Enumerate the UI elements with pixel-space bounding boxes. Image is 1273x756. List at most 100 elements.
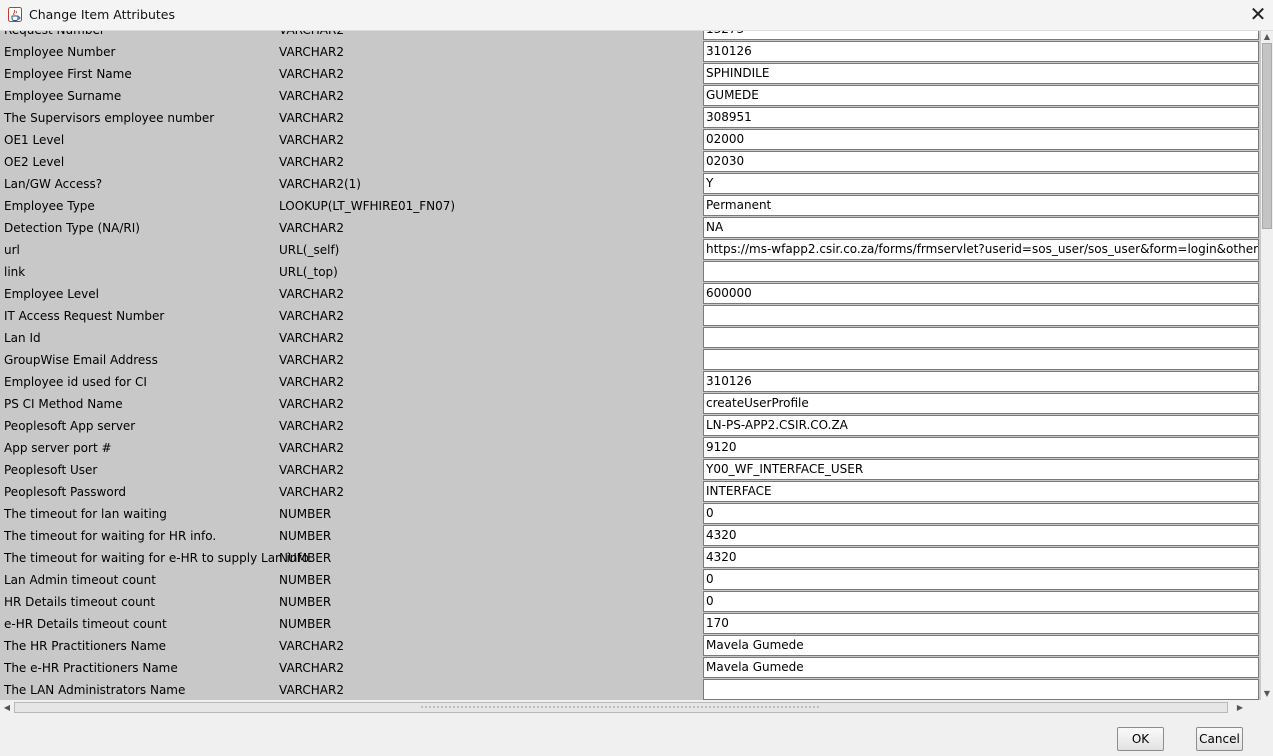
- attribute-name: link: [4, 265, 26, 279]
- attribute-type: VARCHAR2: [279, 221, 344, 235]
- attribute-type: VARCHAR2: [279, 287, 344, 301]
- attribute-name: Employee id used for CI: [4, 375, 147, 389]
- attribute-value-field[interactable]: 600000: [703, 283, 1259, 304]
- attribute-type: NUMBER: [279, 595, 332, 609]
- attribute-type: URL(_top): [279, 265, 338, 279]
- attribute-value-field[interactable]: 310126: [703, 41, 1259, 62]
- scroll-down-icon[interactable]: ▼: [1261, 688, 1273, 700]
- scroll-corner: [1261, 700, 1273, 715]
- attribute-row: The timeout for waiting for HR info. NUMB…: [0, 525, 1261, 547]
- attribute-value-field[interactable]: [703, 349, 1259, 370]
- attribute-row: Peoplesoft Password VARCHAR2 INTERFACE: [0, 481, 1261, 503]
- attribute-row: Detection Type (NA/RI) VARCHAR2 NA: [0, 217, 1261, 239]
- attribute-name: Employee First Name: [4, 67, 132, 81]
- attribute-value-field[interactable]: 170: [703, 613, 1259, 634]
- ok-button[interactable]: OK: [1117, 727, 1164, 751]
- attribute-type: VARCHAR2: [279, 639, 344, 653]
- attribute-value-field[interactable]: Mavela Gumede: [703, 657, 1259, 678]
- attribute-type: VARCHAR2: [279, 441, 344, 455]
- attribute-name: Detection Type (NA/RI): [4, 221, 140, 235]
- attribute-row: App server port # VARCHAR2 9120: [0, 437, 1261, 459]
- attribute-row: The e-HR Practitioners Name VARCHAR2 Mavel…: [0, 657, 1261, 679]
- attribute-type: VARCHAR2: [279, 89, 344, 103]
- attribute-type: VARCHAR2: [279, 661, 344, 675]
- attribute-name: Peoplesoft App server: [4, 419, 136, 433]
- attribute-value-field[interactable]: Permanent: [703, 195, 1259, 216]
- close-icon[interactable]: ✕: [1243, 0, 1273, 30]
- attribute-type: VARCHAR2: [279, 375, 344, 389]
- attribute-name: Peoplesoft User: [4, 463, 98, 477]
- attribute-name: The e-HR Practitioners Name: [4, 661, 178, 675]
- scroll-grip: [420, 705, 820, 710]
- horizontal-scroll-thumb[interactable]: [14, 702, 1228, 713]
- scroll-left-icon[interactable]: ◀: [0, 700, 14, 715]
- attribute-row: Employee First Name VARCHAR2 SPHINDILE: [0, 63, 1261, 85]
- attribute-name: Lan/GW Access?: [4, 177, 103, 191]
- attribute-value-field[interactable]: NA: [703, 217, 1259, 238]
- attribute-row: Employee id used for CI VARCHAR2 310126: [0, 371, 1261, 393]
- attribute-value-field[interactable]: 308951: [703, 107, 1259, 128]
- attribute-name: The timeout for waiting for e-HR to supp…: [4, 551, 313, 565]
- attribute-value-field[interactable]: 0: [703, 591, 1259, 612]
- attribute-type: URL(_self): [279, 243, 340, 257]
- attribute-name: App server port #: [4, 441, 112, 455]
- attribute-row: Employee Surname VARCHAR2 GUMEDE: [0, 85, 1261, 107]
- attribute-value-field[interactable]: 13273: [703, 31, 1259, 40]
- attribute-value-field[interactable]: 0: [703, 569, 1259, 590]
- attribute-value-field[interactable]: SPHINDILE: [703, 63, 1259, 84]
- attribute-type: VARCHAR2: [279, 353, 344, 367]
- attribute-type: VARCHAR2: [279, 133, 344, 147]
- attribute-name: The LAN Administrators Name: [4, 683, 186, 697]
- attribute-value-field[interactable]: [703, 305, 1259, 326]
- vertical-scroll-thumb[interactable]: [1262, 43, 1272, 229]
- attribute-row: GroupWise Email Address VARCHAR2: [0, 349, 1261, 371]
- attribute-type: VARCHAR2: [279, 67, 344, 81]
- attribute-name: The HR Practitioners Name: [4, 639, 167, 653]
- attribute-value-field[interactable]: LN-PS-APP2.CSIR.CO.ZA: [703, 415, 1259, 436]
- attribute-name: Lan Admin timeout count: [4, 573, 156, 587]
- attribute-name: OE2 Level: [4, 155, 65, 169]
- attribute-value-field[interactable]: Mavela Gumede: [703, 635, 1259, 656]
- attribute-value-field[interactable]: GUMEDE: [703, 85, 1259, 106]
- vertical-scrollbar[interactable]: ▲ ▼: [1261, 31, 1273, 700]
- attribute-type: VARCHAR2: [279, 683, 344, 697]
- attribute-value-field[interactable]: 02000: [703, 129, 1259, 150]
- scroll-up-icon[interactable]: ▲: [1261, 31, 1273, 43]
- cancel-button[interactable]: Cancel: [1196, 727, 1243, 751]
- attribute-value-field[interactable]: 4320: [703, 525, 1259, 546]
- attribute-name: Peoplesoft Password: [4, 485, 127, 499]
- attribute-value-field[interactable]: [703, 261, 1259, 282]
- attribute-name: Employee Number: [4, 45, 116, 59]
- attribute-row: The HR Practitioners Name VARCHAR2 Mavela …: [0, 635, 1261, 657]
- attribute-value-field[interactable]: createUserProfile: [703, 393, 1259, 414]
- attribute-row: Peoplesoft App server VARCHAR2 LN-PS-APP2.…: [0, 415, 1261, 437]
- attribute-value-field[interactable]: 4320: [703, 547, 1259, 568]
- attribute-row: IT Access Request Number VARCHAR2: [0, 305, 1261, 327]
- attribute-row: The timeout for lan waiting NUMBER 0: [0, 503, 1261, 525]
- attribute-type: VARCHAR2(1): [279, 177, 361, 191]
- attribute-row: PS CI Method Name VARCHAR2 createUserProfi…: [0, 393, 1261, 415]
- attribute-value-field[interactable]: [703, 327, 1259, 348]
- attribute-value-field[interactable]: Y00_WF_INTERFACE_USER: [703, 459, 1259, 480]
- attribute-value-field[interactable]: Y: [703, 173, 1259, 194]
- horizontal-scrollbar[interactable]: ◀ ▶: [0, 700, 1261, 715]
- attribute-type: VARCHAR2: [279, 155, 344, 169]
- scroll-right-icon[interactable]: ▶: [1233, 700, 1247, 715]
- attribute-type: LOOKUP(LT_WFHIRE01_FN07): [279, 199, 456, 213]
- attribute-row: url URL(_self) https://ms-wfapp2.csir.co.z…: [0, 239, 1261, 261]
- attribute-row: Lan Admin timeout count NUMBER 0: [0, 569, 1261, 591]
- attribute-value-field[interactable]: 02030: [703, 151, 1259, 172]
- attribute-row: OE1 Level VARCHAR2 02000: [0, 129, 1261, 151]
- attribute-value-field[interactable]: https://ms-wfapp2.csir.co.za/forms/frmse…: [703, 239, 1259, 260]
- attribute-value-field[interactable]: 310126: [703, 371, 1259, 392]
- attribute-value-field[interactable]: 9120: [703, 437, 1259, 458]
- attribute-type: VARCHAR2: [279, 331, 344, 345]
- attribute-value-field[interactable]: 0: [703, 503, 1259, 524]
- attribute-name: e-HR Details timeout count: [4, 617, 167, 631]
- attribute-value-field[interactable]: [703, 679, 1259, 700]
- attribute-row: link URL(_top): [0, 261, 1261, 283]
- attribute-name: Lan Id: [4, 331, 41, 345]
- attribute-value-field[interactable]: INTERFACE: [703, 481, 1259, 502]
- attribute-row: The Supervisors employee number VARCHAR2 3…: [0, 107, 1261, 129]
- attribute-type: NUMBER: [279, 617, 332, 631]
